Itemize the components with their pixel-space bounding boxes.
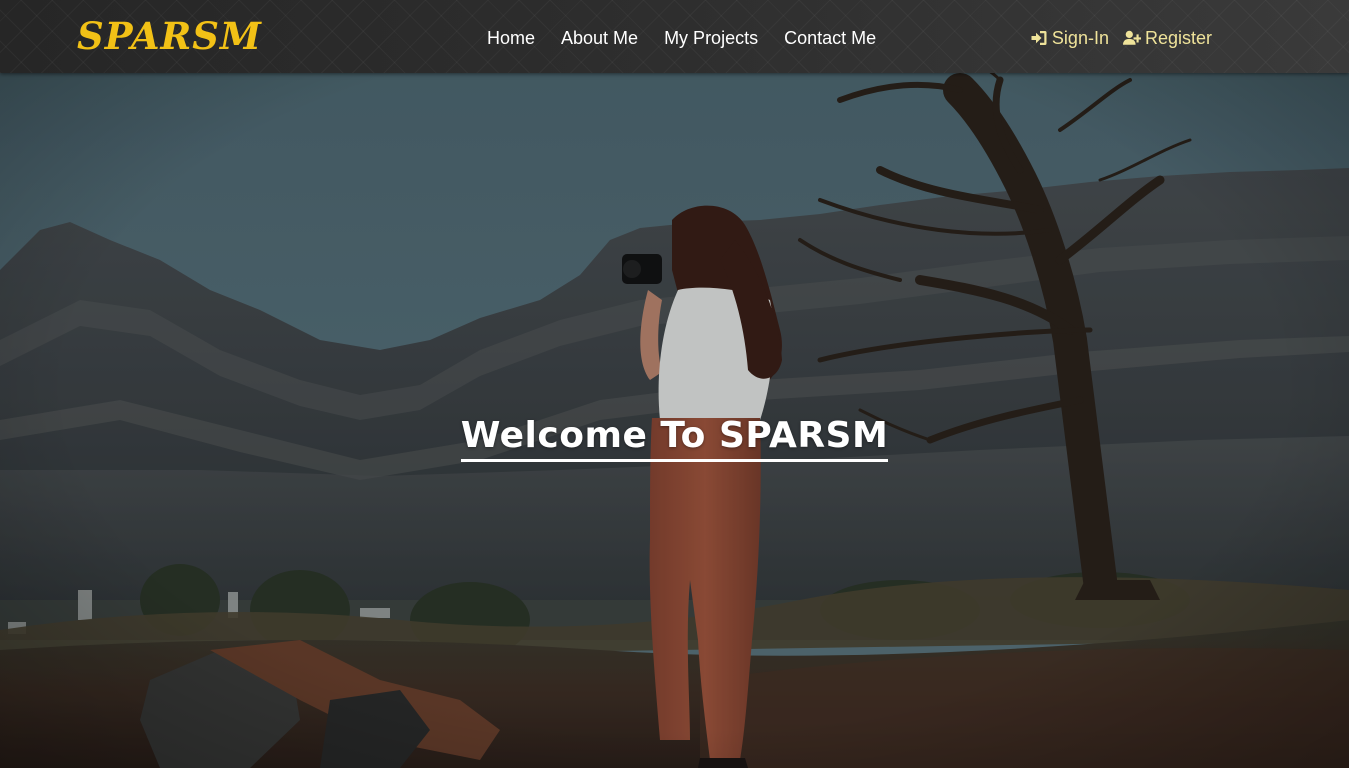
register-link[interactable]: Register <box>1122 26 1212 50</box>
nav-link-contact-me[interactable]: Contact Me <box>784 26 876 50</box>
register-label: Register <box>1144 28 1212 48</box>
nav-link-about-me[interactable]: About Me <box>561 26 638 50</box>
navbar: SPARSM Home About Me My Projects Contact… <box>0 0 1349 73</box>
brand-logo[interactable]: SPARSM <box>77 14 262 58</box>
user-plus-icon <box>1122 29 1141 47</box>
sign-in-label: Sign-In <box>1051 28 1109 48</box>
auth-links: Sign-In Register <box>1030 26 1212 50</box>
sign-in-link[interactable]: Sign-In <box>1030 26 1109 50</box>
nav-link-home[interactable]: Home <box>487 26 535 50</box>
hero-heading: Welcome To SPARSM <box>460 414 889 462</box>
hero-background-image <box>0 0 1349 768</box>
nav-link-my-projects[interactable]: My Projects <box>664 26 758 50</box>
hero-heading-wrapper: Welcome To SPARSM <box>0 414 1349 462</box>
sign-in-icon <box>1030 29 1048 47</box>
page: SPARSM Home About Me My Projects Contact… <box>0 0 1349 768</box>
nav-links: Home About Me My Projects Contact Me <box>487 26 876 50</box>
